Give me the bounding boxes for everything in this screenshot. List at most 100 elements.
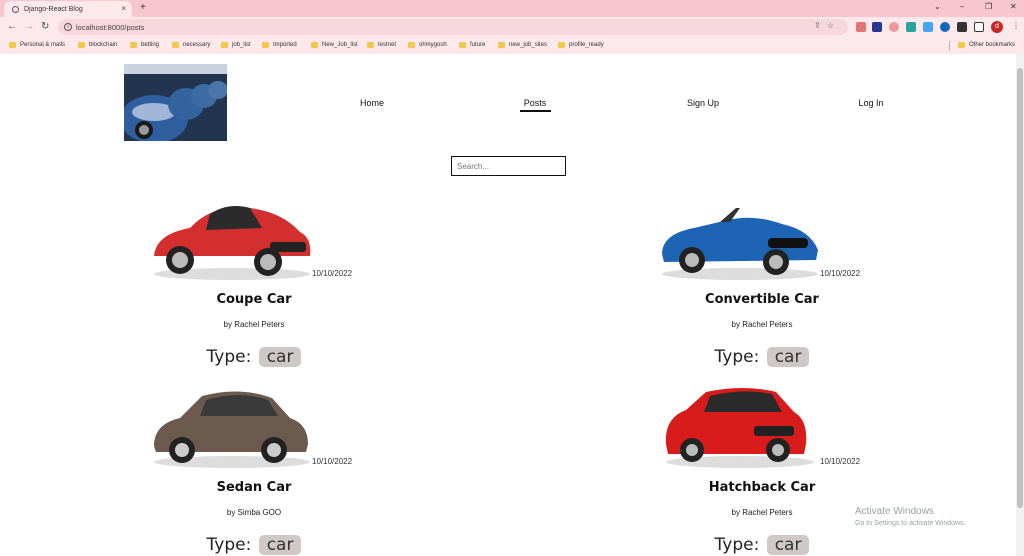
extension-icon[interactable] [923, 22, 933, 32]
reload-icon[interactable]: ↻ [41, 21, 49, 33]
share-icon[interactable]: ⇪ [814, 21, 827, 30]
post-card[interactable]: 10/10/2022 Hatchback Car by Rachel Peter… [658, 382, 958, 556]
folder-icon [958, 42, 965, 48]
post-date: 10/10/2022 [312, 457, 353, 466]
bookmark-folder[interactable]: ohmygosh [408, 42, 447, 48]
bookmarks-bar: Personal & mails blockchain betting nece… [0, 37, 1024, 54]
watermark-subtitle: Go to Settings to activate Windows. [855, 520, 966, 527]
page-content: Home Posts Sign Up Log In 10/10/2022 Cou… [0, 54, 1016, 556]
folder-icon [459, 42, 466, 48]
forward-arrow-icon[interactable]: → [24, 21, 34, 33]
site-logo[interactable] [124, 64, 227, 141]
post-title[interactable]: Sedan Car [104, 480, 404, 495]
hatchback-car-image [665, 388, 814, 468]
nav-posts[interactable]: Posts [524, 98, 547, 108]
folder-icon [558, 42, 565, 48]
folder-icon [172, 42, 179, 48]
sidepanel-icon[interactable] [974, 22, 984, 32]
star-icon[interactable]: ☆ [827, 21, 840, 30]
bookmark-folder[interactable]: testnet [367, 42, 396, 48]
bookmark-folder[interactable]: new_job_sites [498, 42, 547, 48]
type-badge: car [766, 535, 810, 555]
bookmark-folder[interactable]: job_list [221, 42, 251, 48]
post-card[interactable]: 10/10/2022 Sedan Car by Simba GOO Type: … [150, 382, 450, 556]
other-bookmarks[interactable]: Other bookmarks [958, 42, 1015, 48]
post-author: by Rachel Peters [731, 320, 793, 329]
url-text: localhost:8000/posts [76, 22, 145, 32]
restore-button[interactable]: ❐ [985, 2, 992, 11]
tab-title: Django-React Blog [24, 5, 83, 13]
convertible-car-image [662, 208, 818, 280]
type-badge: car [258, 535, 302, 555]
folder-icon [408, 42, 415, 48]
bookmark-folder[interactable]: profile_ready [558, 42, 604, 48]
profile-avatar[interactable]: d [991, 21, 1003, 33]
watermark-title: Activate Windows [855, 506, 934, 517]
back-arrow-icon[interactable]: ← [7, 21, 17, 33]
post-card[interactable]: 10/10/2022 Coupe Car by Rachel Peters Ty… [150, 194, 450, 374]
extension-icon[interactable] [940, 22, 950, 32]
kebab-menu-icon[interactable]: ⋮ [1012, 21, 1020, 30]
post-title[interactable]: Hatchback Car [612, 480, 912, 495]
browser-chrome: Django-React Blog × + ⌄ – ❐ ✕ ← → ↻ i lo… [0, 0, 1024, 54]
type-badge: car [766, 347, 810, 367]
folder-icon [498, 42, 505, 48]
extension-icon[interactable] [889, 22, 899, 32]
post-type: Type: car [612, 535, 912, 555]
globe-icon [12, 5, 19, 13]
activate-windows-watermark: Activate Windows Go to Settings to activ… [855, 506, 966, 527]
folder-icon [262, 42, 269, 48]
folder-icon [78, 42, 85, 48]
info-icon[interactable]: i [64, 23, 72, 31]
nav-signup[interactable]: Sign Up [687, 98, 719, 108]
bookmark-folder[interactable]: necessary [172, 42, 210, 48]
post-type: Type: car [612, 347, 912, 367]
nav-active-indicator [520, 110, 551, 112]
search-input[interactable] [451, 156, 566, 176]
post-card[interactable]: 10/10/2022 Convertible Car by Rachel Pet… [658, 194, 958, 374]
post-title[interactable]: Coupe Car [104, 292, 404, 307]
folder-icon [367, 42, 374, 48]
post-author: by Rachel Peters [223, 320, 285, 329]
nav-login[interactable]: Log In [858, 98, 883, 108]
nav-home[interactable]: Home [360, 98, 384, 108]
extension-icon[interactable] [872, 22, 882, 32]
extension-icon[interactable] [906, 22, 916, 32]
bookmark-separator [949, 41, 950, 51]
puzzle-icon[interactable] [957, 22, 967, 32]
scroll-thumb[interactable] [1017, 68, 1023, 508]
sedan-car-image [154, 391, 310, 468]
minimize-button[interactable]: – [960, 2, 964, 11]
chevron-down-icon[interactable]: ⌄ [934, 2, 941, 11]
post-author: by Simba GOO [226, 508, 282, 517]
close-tab-icon[interactable]: × [121, 4, 126, 13]
vertical-scrollbar[interactable] [1016, 54, 1024, 556]
bookmark-folder[interactable]: Imported [262, 42, 297, 48]
post-date: 10/10/2022 [312, 269, 353, 278]
bookmark-folder[interactable]: betting [130, 42, 159, 48]
folder-icon [221, 42, 228, 48]
browser-tab[interactable]: Django-React Blog × [4, 1, 132, 17]
tab-strip: Django-React Blog × + ⌄ – ❐ ✕ [0, 0, 1024, 17]
extension-icon[interactable] [856, 22, 866, 32]
type-badge: car [258, 347, 302, 367]
bookmark-folder[interactable]: New_Job_list [311, 42, 358, 48]
post-date: 10/10/2022 [820, 457, 861, 466]
bookmark-folder[interactable]: blockchain [78, 42, 117, 48]
folder-icon [9, 42, 16, 48]
new-tab-button[interactable]: + [140, 2, 146, 13]
folder-icon [311, 42, 318, 48]
post-type: Type: car [104, 347, 404, 367]
folder-icon [130, 42, 137, 48]
post-date: 10/10/2022 [820, 269, 861, 278]
address-bar[interactable]: i localhost:8000/posts ⇪☆ [58, 19, 848, 35]
cars-lineup-image [124, 64, 227, 141]
close-window-button[interactable]: ✕ [1010, 2, 1017, 11]
post-title[interactable]: Convertible Car [612, 292, 912, 307]
post-type: Type: car [104, 535, 404, 555]
browser-toolbar: ← → ↻ i localhost:8000/posts ⇪☆ [0, 17, 1024, 37]
omnibox-actions[interactable]: ⇪☆ [814, 21, 840, 30]
bookmark-folder[interactable]: Personal & mails [9, 42, 65, 48]
bookmark-folder[interactable]: future [459, 42, 485, 48]
coupe-car-image [154, 206, 311, 280]
